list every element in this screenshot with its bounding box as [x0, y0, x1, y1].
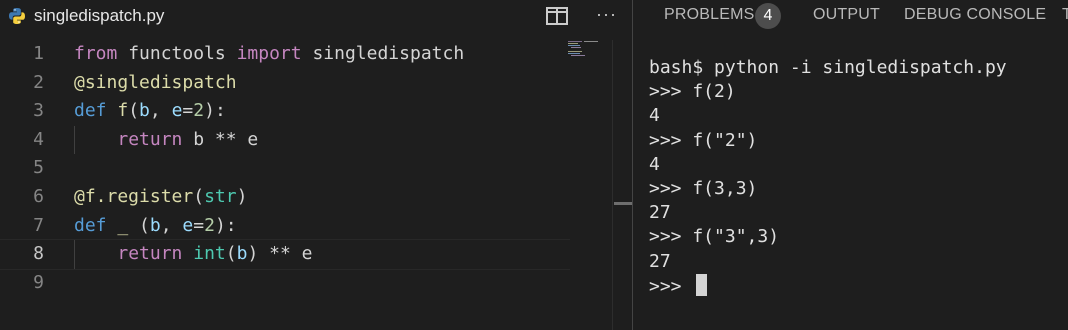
code-line: 6 @f.register(str) [0, 183, 570, 212]
code-line: 3 def f(b, e=2): [0, 97, 570, 126]
line-number: 3 [33, 100, 44, 122]
editor-tab-label: singledispatch.py [34, 6, 165, 25]
code-line: 9 [0, 269, 570, 298]
code-text: def _ (b, e=2): [74, 214, 237, 236]
terminal-output[interactable]: bash$ python -i singledispatch.py >>> f(… [649, 56, 1068, 298]
code-line: 2 @singledispatch [0, 69, 570, 98]
code-line: 7 def _ (b, e=2): [0, 212, 570, 241]
code-text: @f.register(str) [74, 186, 248, 207]
code-area[interactable]: 1 from functools import singledispatch 2… [0, 40, 570, 330]
code-line: 1 from functools import singledispatch [0, 40, 570, 69]
code-line-current: 8 return int(b) ** e [0, 239, 570, 270]
code-text: @singledispatch [74, 71, 237, 93]
terminal-line: >>> f(3,3) [649, 177, 758, 199]
tab-debug-console[interactable]: DEBUG CONSOLE [904, 0, 1046, 32]
terminal-line: >>> f("2") [649, 129, 758, 151]
tab-output[interactable]: OUTPUT [813, 0, 880, 32]
code-text: return int(b) ** e [117, 243, 313, 265]
line-number: 5 [33, 157, 44, 179]
bottom-panel: PROBLEMS 4 OUTPUT DEBUG CONSOLE T bash$ … [633, 0, 1068, 330]
code-line: 5 [0, 154, 570, 183]
code-text: def f(b, e=2): [74, 100, 226, 122]
tab-terminal[interactable]: T [1062, 0, 1068, 32]
terminal-line: 4 [649, 105, 660, 127]
terminal-line: 27 [649, 202, 671, 224]
editor-scrollbar[interactable] [612, 40, 633, 330]
editor-tab[interactable]: singledispatch.py [0, 0, 164, 32]
minimap[interactable] [566, 40, 610, 60]
terminal-cursor [696, 273, 708, 296]
terminal-line: >>> f("3",3) [649, 226, 780, 248]
more-actions-icon[interactable]: ··· [596, 4, 617, 25]
terminal-line: 27 [649, 250, 671, 272]
code-text: from functools import singledispatch [74, 43, 465, 64]
panel-tab-bar: PROBLEMS 4 OUTPUT DEBUG CONSOLE T [633, 0, 1068, 32]
editor-pane: singledispatch.py ··· 1 from functools i… [0, 0, 632, 330]
tab-problems[interactable]: PROBLEMS [664, 0, 755, 32]
line-number: 6 [33, 186, 44, 207]
problems-count-badge: 4 [755, 3, 781, 29]
terminal-line: 4 [649, 153, 660, 175]
scrollbar-cursor-marker [614, 202, 632, 205]
code-line: 4 return b ** e [0, 126, 570, 155]
terminal-prompt-line[interactable]: >>> [649, 273, 1068, 298]
line-number: 7 [33, 214, 44, 236]
terminal-prompt: >>> [649, 275, 693, 297]
code-text: return b ** e [117, 128, 259, 150]
line-number: 1 [33, 43, 44, 64]
python-file-icon [9, 8, 25, 24]
terminal-line: >>> f(2) [649, 81, 736, 103]
line-number: 8 [33, 243, 44, 265]
line-number: 2 [33, 71, 44, 93]
line-number: 9 [33, 271, 44, 293]
terminal-line: bash$ python -i singledispatch.py [649, 57, 1007, 78]
line-number: 4 [33, 128, 44, 150]
split-editor-icon[interactable] [546, 7, 568, 25]
editor-tab-bar: singledispatch.py ··· [0, 0, 632, 32]
